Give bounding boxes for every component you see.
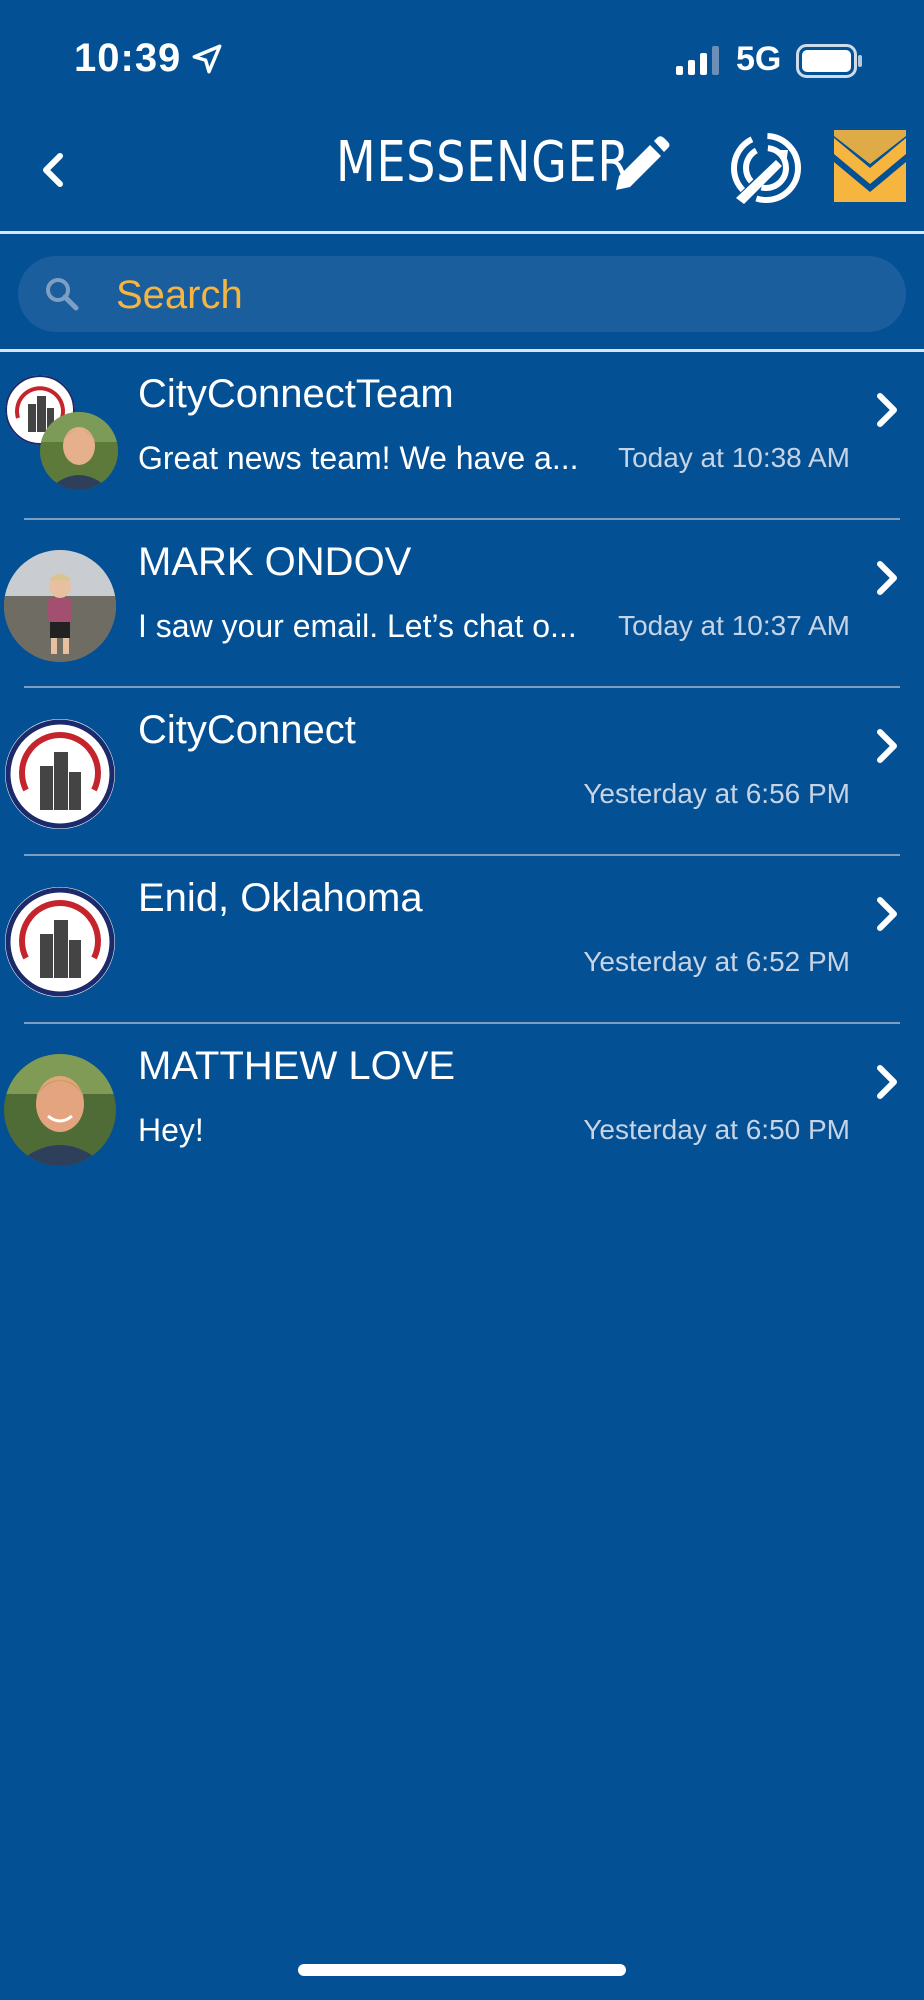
conversation-timestamp: Yesterday at 6:52 PM (583, 946, 850, 977)
chevron-right-icon (877, 561, 897, 595)
search-section (0, 234, 924, 352)
conversation-timestamp: Today at 10:38 AM (618, 442, 850, 473)
conversation-row[interactable]: Enid, Oklahoma Yesterday at 6:52 PM (0, 856, 924, 1024)
mail-icon[interactable] (832, 128, 908, 208)
broadcast-icon[interactable] (728, 128, 804, 208)
conversation-timestamp: Today at 10:37 AM (618, 610, 850, 641)
nav-header: MESSENGER (0, 110, 924, 234)
conversation-name: MATTHEW LOVE (138, 1044, 456, 1088)
conversation-list: CityConnectTeam Great news team! We have… (0, 352, 924, 1192)
conversation-timestamp: Yesterday at 6:50 PM (583, 1114, 850, 1145)
conversation-name: CityConnect (138, 708, 356, 752)
conversation-row[interactable]: MATTHEW LOVE Hey! Yesterday at 6:50 PM (0, 1024, 924, 1192)
user-avatar-photo (40, 412, 118, 490)
page-title: MESSENGER (336, 130, 631, 195)
conversation-name: Enid, Oklahoma (138, 876, 423, 920)
back-chevron-icon[interactable] (30, 140, 78, 200)
conversation-row[interactable]: CityConnectTeam Great news team! We have… (0, 352, 924, 520)
conversation-preview: I saw your email. Let’s chat o... (138, 608, 577, 644)
user-avatar-photo (4, 1054, 116, 1166)
chevron-right-icon (877, 393, 897, 427)
conversation-timestamp: Yesterday at 6:56 PM (583, 778, 850, 809)
network-type: 5G (736, 40, 782, 78)
cityconnect-logo-icon (5, 719, 115, 829)
home-indicator[interactable] (298, 1964, 626, 1976)
conversation-preview: Hey! (138, 1112, 204, 1148)
search-icon (46, 278, 79, 311)
chevron-right-icon (877, 729, 897, 763)
pencil-icon[interactable] (610, 134, 672, 196)
signal-icon (676, 46, 719, 75)
location-arrow-icon (192, 44, 222, 74)
chevron-right-icon (877, 1065, 897, 1099)
conversation-row[interactable]: CityConnect Yesterday at 6:56 PM (0, 688, 924, 856)
status-bar: 10:39 5G (0, 0, 924, 110)
battery-icon (796, 44, 862, 78)
conversation-name: MARK ONDOV (138, 540, 412, 584)
search-input[interactable] (114, 264, 878, 326)
status-time: 10:39 (74, 36, 182, 80)
conversation-row[interactable]: MARK ONDOV I saw your email. Let’s chat … (0, 520, 924, 688)
search-bar[interactable] (18, 256, 906, 332)
conversation-name: CityConnectTeam (138, 372, 454, 416)
conversation-preview: Great news team! We have a... (138, 440, 579, 476)
user-avatar-photo (4, 550, 116, 662)
cityconnect-logo-icon (5, 887, 115, 997)
chevron-right-icon (877, 897, 897, 931)
